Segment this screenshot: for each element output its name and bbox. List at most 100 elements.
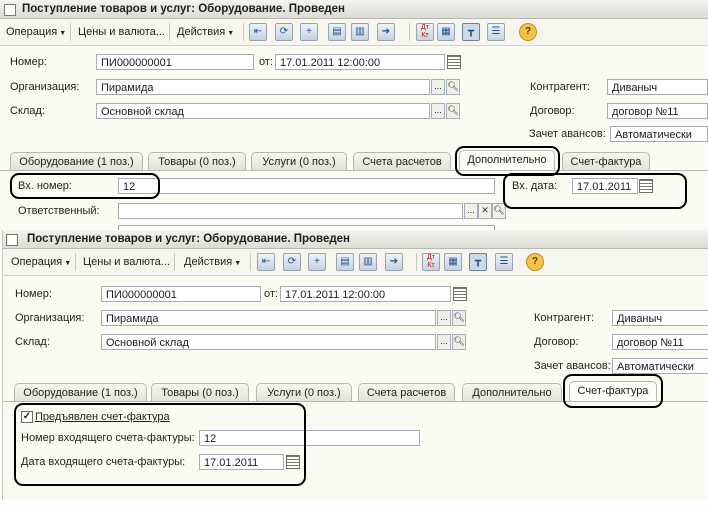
tab-equipment[interactable]: Оборудование (1 поз.) xyxy=(10,152,143,170)
search-icon[interactable]: 🔍︎ xyxy=(492,203,506,219)
actions-menu-label: Действия xyxy=(184,256,233,268)
advance-label: Зачет авансов: xyxy=(529,128,606,140)
copy-icon[interactable]: + xyxy=(308,253,326,271)
select-button[interactable]: ... xyxy=(431,103,445,119)
in-number-label: Вх. номер: xyxy=(18,180,72,192)
unpost-icon[interactable]: ▥ xyxy=(351,23,369,41)
in-invoice-date-field[interactable]: 17.01.2011 xyxy=(199,454,284,470)
tab-goods[interactable]: Товары (0 поз.) xyxy=(148,152,246,170)
dtkt-icon[interactable]: Дт Кт xyxy=(416,23,434,41)
print-icon[interactable]: ▦ xyxy=(444,253,462,271)
calendar-icon[interactable] xyxy=(447,55,461,69)
tab-accounts[interactable]: Счета расчетов xyxy=(358,383,455,401)
search-icon[interactable]: 🔍︎ xyxy=(446,79,460,95)
post-icon[interactable]: ▤ xyxy=(328,23,346,41)
number-label: Номер: xyxy=(15,288,52,300)
unpost-icon[interactable]: ▥ xyxy=(359,253,377,271)
presented-label[interactable]: Предъявлен счет-фактура xyxy=(35,409,170,425)
prices-button[interactable]: Цены и валюта... xyxy=(78,25,165,39)
post-icon[interactable]: ▤ xyxy=(336,253,354,271)
actions-menu-label: Действия xyxy=(177,26,226,38)
presented-checkbox[interactable]: ✓ xyxy=(21,411,33,423)
operation-menu[interactable]: Операция ▼ xyxy=(11,255,71,269)
contract-field[interactable]: договор №11 xyxy=(612,334,708,350)
operation-menu[interactable]: Операция ▼ xyxy=(6,25,66,39)
goto-icon[interactable]: ➔ xyxy=(385,253,403,271)
responsible-field[interactable] xyxy=(118,203,463,219)
tab-divider xyxy=(0,170,708,171)
tab-additional[interactable]: Дополнительно xyxy=(459,150,555,170)
open-list-icon[interactable]: ⇤ xyxy=(249,23,267,41)
prices-button[interactable]: Цены и валюта... xyxy=(83,255,170,269)
toolbar: Операция ▼ Цены и валюта... Действия ▼ ⇤ ⟳… xyxy=(0,19,708,46)
search-icon[interactable]: 🔍︎ xyxy=(446,103,460,119)
in-date-field[interactable]: 17.01.2011 xyxy=(572,178,638,194)
in-number-field[interactable]: 12 xyxy=(118,178,495,194)
warehouse-field[interactable]: Основной склад xyxy=(96,103,430,119)
structure-icon[interactable]: ┳ xyxy=(469,253,487,271)
in-date-label: Вх. дата: xyxy=(512,180,558,192)
operation-menu-label: Операция xyxy=(6,26,58,38)
tab-additional[interactable]: Дополнительно xyxy=(462,383,562,401)
tab-services[interactable]: Услуги (0 поз.) xyxy=(256,383,352,401)
refresh-icon[interactable]: ⟳ xyxy=(275,23,293,41)
select-button[interactable]: ... xyxy=(431,79,445,95)
clear-icon[interactable]: ✕ xyxy=(478,203,492,219)
actions-menu[interactable]: Действия ▼ xyxy=(177,25,234,39)
number-field[interactable]: ПИ000000001 xyxy=(96,54,254,70)
tab-accounts[interactable]: Счета расчетов xyxy=(353,152,451,170)
toolbar-separator xyxy=(75,253,76,271)
chevron-down-icon: ▼ xyxy=(227,30,235,37)
search-icon[interactable]: 🔍︎ xyxy=(452,334,466,350)
copy-icon[interactable]: + xyxy=(300,23,318,41)
calendar-icon[interactable] xyxy=(453,287,467,301)
toolbar-separator xyxy=(169,23,170,41)
contractor-label: Контрагент: xyxy=(534,312,594,324)
actions-menu[interactable]: Действия ▼ xyxy=(184,255,241,269)
date-field[interactable]: 17.01.2011 12:00:00 xyxy=(275,54,445,70)
date-field[interactable]: 17.01.2011 12:00:00 xyxy=(280,286,451,302)
print-icon[interactable]: ▦ xyxy=(437,23,455,41)
advance-field[interactable]: Автоматически xyxy=(610,126,708,142)
calendar-icon[interactable] xyxy=(639,179,653,193)
in-invoice-number-field[interactable]: 12 xyxy=(199,430,420,446)
tab-services[interactable]: Услуги (0 поз.) xyxy=(251,152,347,170)
select-button[interactable]: ... xyxy=(464,203,478,219)
help-icon[interactable]: ? xyxy=(519,23,537,41)
number-field[interactable]: ПИ000000001 xyxy=(101,286,261,302)
org-label: Организация: xyxy=(15,312,85,324)
contractor-field[interactable]: Диваныч xyxy=(607,79,708,95)
tab-goods[interactable]: Товары (0 поз.) xyxy=(151,383,249,401)
advance-field[interactable]: Автоматически xyxy=(612,358,708,374)
dtkt-icon[interactable]: Дт Кт xyxy=(422,253,440,271)
warehouse-field[interactable]: Основной склад xyxy=(101,334,436,350)
list-icon[interactable]: ☰ xyxy=(487,23,505,41)
window-frame: Поступление товаров и услуг: Оборудовани… xyxy=(2,230,708,500)
tab-invoice[interactable]: Счет-фактура xyxy=(562,152,650,170)
help-icon[interactable]: ? xyxy=(526,253,544,271)
contractor-field[interactable]: Диваныч xyxy=(612,310,708,326)
responsible-label: Ответственный: xyxy=(18,205,100,217)
select-button[interactable]: ... xyxy=(437,310,451,326)
tab-equipment[interactable]: Оборудование (1 поз.) xyxy=(14,383,147,401)
warehouse-label: Склад: xyxy=(10,105,45,117)
app-icon xyxy=(4,4,16,16)
contract-field[interactable]: договор №11 xyxy=(607,103,708,119)
goto-icon[interactable]: ➔ xyxy=(377,23,395,41)
list-icon[interactable]: ☰ xyxy=(495,253,513,271)
org-label: Организация: xyxy=(10,81,80,93)
org-field[interactable]: Пирамида xyxy=(96,79,430,95)
date-label: от: xyxy=(264,288,278,300)
refresh-icon[interactable]: ⟳ xyxy=(283,253,301,271)
select-button[interactable]: ... xyxy=(437,334,451,350)
toolbar-separator xyxy=(416,253,417,271)
document-window-2: Поступление товаров и услуг: Оборудовани… xyxy=(0,230,708,512)
search-icon[interactable]: 🔍︎ xyxy=(452,310,466,326)
open-list-icon[interactable]: ⇤ xyxy=(257,253,275,271)
tab-invoice[interactable]: Счет-фактура xyxy=(569,381,657,401)
structure-icon[interactable]: ┳ xyxy=(462,23,480,41)
window-title: Поступление товаров и услуг: Оборудовани… xyxy=(27,233,350,245)
calendar-icon[interactable] xyxy=(286,455,300,469)
toolbar: Операция ▼ Цены и валюта... Действия ▼ ⇤ ⟳… xyxy=(3,249,708,276)
org-field[interactable]: Пирамида xyxy=(101,310,436,326)
